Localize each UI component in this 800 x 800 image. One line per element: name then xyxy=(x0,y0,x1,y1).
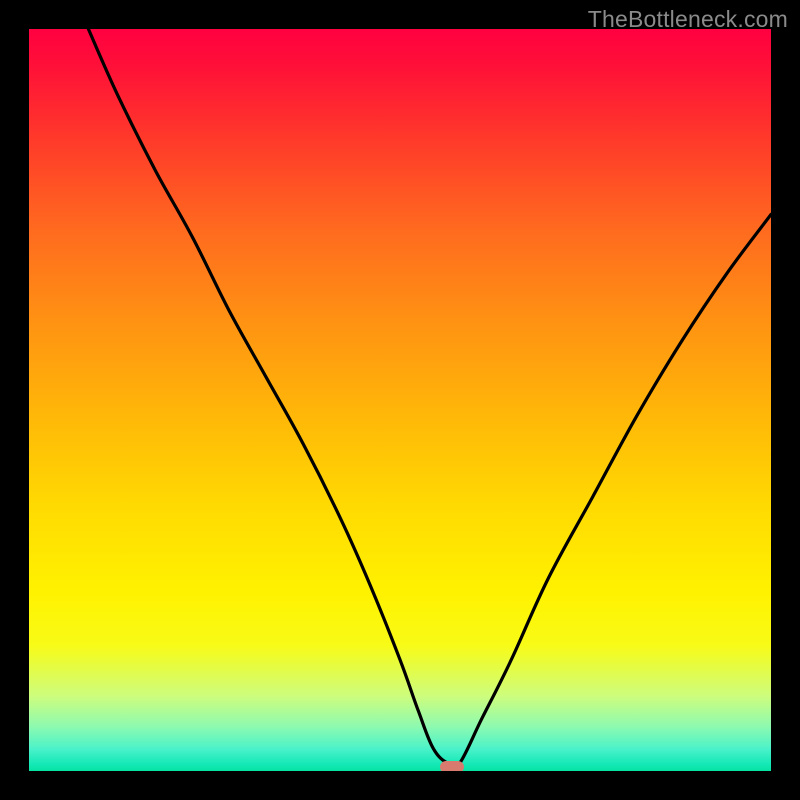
watermark-text: TheBottleneck.com xyxy=(588,6,788,33)
bottleneck-curve xyxy=(29,29,771,771)
optimal-point-marker xyxy=(440,761,464,771)
plot-area xyxy=(29,29,771,771)
chart-frame: TheBottleneck.com xyxy=(0,0,800,800)
